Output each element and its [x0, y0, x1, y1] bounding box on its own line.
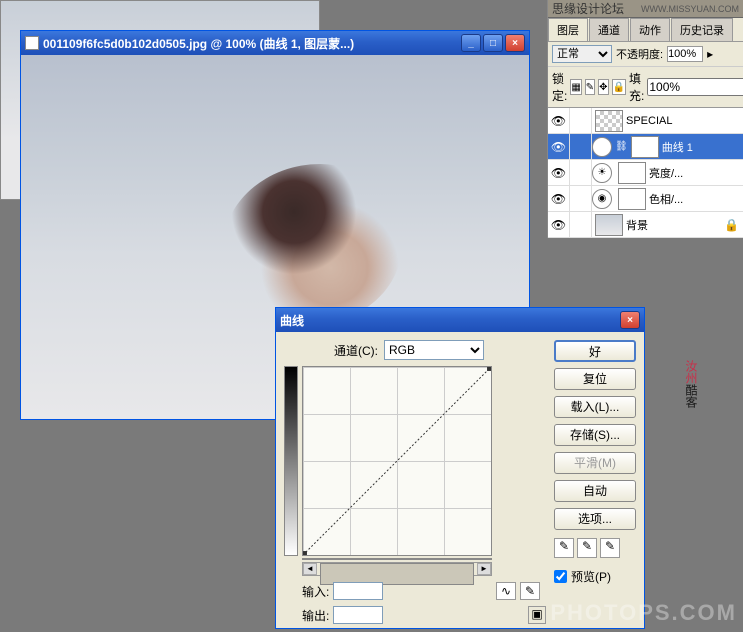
maximize-button[interactable]: □	[483, 34, 503, 52]
opacity-label: 不透明度:	[616, 46, 663, 62]
visibility-icon[interactable]: 👁	[548, 108, 570, 134]
brightness-adj-icon: ☀	[592, 163, 612, 183]
link-cell[interactable]	[570, 186, 592, 212]
watermark: PHOTOPS.COM	[550, 600, 737, 626]
layers-panel: 思缘设计论坛 WWW.MISSYUAN.COM 图层 通道 动作 历史记录 正常…	[547, 0, 743, 238]
fill-input[interactable]	[647, 78, 743, 96]
output-label: 输出:	[302, 607, 329, 624]
stamp-text: 汝州酷客	[667, 360, 713, 408]
lock-move-icon[interactable]: ✥	[598, 79, 608, 95]
document-titlebar[interactable]: 001109f6fc5d0b102d0505.jpg @ 100% (曲线 1,…	[21, 31, 529, 55]
link-cell[interactable]	[570, 212, 592, 238]
layer-name: SPECIAL	[626, 115, 672, 127]
opacity-arrow-icon[interactable]: ▸	[707, 47, 713, 61]
layer-row[interactable]: 👁 ☀ 亮度/...	[548, 160, 743, 186]
smooth-button: 平滑(M)	[554, 452, 636, 474]
layer-name: 亮度/...	[649, 165, 683, 181]
tab-history[interactable]: 历史记录	[671, 18, 733, 41]
curves-close-button[interactable]: ×	[620, 311, 640, 329]
mask-link-icon[interactable]: ⛓	[615, 141, 628, 152]
layers-list: 👁 SPECIAL 👁 ◐ ⛓ 曲线 1 👁 ☀ 亮度/... 👁 ◉ 色相/.…	[548, 108, 743, 238]
curves-title: 曲线	[280, 312, 620, 329]
blend-mode-select[interactable]: 正常	[552, 45, 612, 63]
tab-layers[interactable]: 图层	[548, 18, 588, 41]
output-field[interactable]	[333, 606, 383, 624]
visibility-icon[interactable]: 👁	[548, 186, 570, 212]
expand-icon[interactable]: ▣	[528, 606, 546, 624]
lock-label: 锁定:	[552, 70, 567, 104]
input-label: 输入:	[302, 583, 329, 600]
visibility-icon[interactable]: 👁	[548, 134, 570, 160]
fill-label: 填充:	[629, 70, 644, 104]
document-icon	[25, 36, 39, 50]
panel-tabs: 图层 通道 动作 历史记录	[548, 18, 743, 42]
curves-titlebar[interactable]: 曲线 ×	[276, 308, 644, 332]
vertical-gradient	[284, 366, 298, 556]
minimize-button[interactable]: _	[461, 34, 481, 52]
lock-all-icon[interactable]: 🔒	[612, 79, 626, 95]
mask-thumbnail[interactable]	[618, 188, 646, 210]
opacity-input[interactable]	[667, 46, 703, 62]
options-button[interactable]: 选项...	[554, 508, 636, 530]
curve-tool-icon[interactable]: ∿	[496, 582, 516, 600]
visibility-icon[interactable]: 👁	[548, 160, 570, 186]
panel-header-text: 思缘设计论坛	[552, 0, 624, 17]
preview-label: 预览(P)	[571, 568, 611, 585]
curves-graph[interactable]	[302, 366, 492, 556]
graph-scrollbar[interactable]: ◄ ►	[302, 562, 492, 576]
layer-thumbnail[interactable]	[595, 214, 623, 236]
tab-actions[interactable]: 动作	[630, 18, 670, 41]
curves-dialog: 曲线 × 通道(C): RGB ◄ ►	[275, 307, 645, 629]
layer-name: 曲线 1	[662, 139, 693, 155]
stamp-red: 汝州	[684, 360, 698, 384]
panel-header: 思缘设计论坛 WWW.MISSYUAN.COM	[548, 0, 743, 18]
layer-row[interactable]: 👁 ◐ ⛓ 曲线 1	[548, 134, 743, 160]
layer-thumbnail[interactable]	[595, 110, 623, 132]
stamp-black: 酷客	[684, 384, 698, 408]
layer-row[interactable]: 👁 ◉ 色相/...	[548, 186, 743, 212]
document-title: 001109f6fc5d0b102d0505.jpg @ 100% (曲线 1,…	[43, 35, 461, 52]
white-eyedropper-icon[interactable]: ✎	[600, 538, 620, 558]
input-field[interactable]	[333, 582, 383, 600]
tab-channels[interactable]: 通道	[589, 18, 629, 41]
load-button[interactable]: 载入(L)...	[554, 396, 636, 418]
save-button[interactable]: 存储(S)...	[554, 424, 636, 446]
lock-brush-icon[interactable]: ✎	[585, 79, 595, 95]
layer-name: 色相/...	[649, 191, 683, 207]
gray-eyedropper-icon[interactable]: ✎	[577, 538, 597, 558]
channel-select[interactable]: RGB	[384, 340, 484, 360]
visibility-icon[interactable]: 👁	[548, 212, 570, 238]
curves-adj-icon: ◐	[592, 137, 612, 157]
close-button[interactable]: ×	[505, 34, 525, 52]
lock-icon: 🔒	[724, 218, 739, 232]
pencil-tool-icon[interactable]: ✎	[520, 582, 540, 600]
layer-row[interactable]: 👁 SPECIAL	[548, 108, 743, 134]
black-eyedropper-icon[interactable]: ✎	[554, 538, 574, 558]
reset-button[interactable]: 复位	[554, 368, 636, 390]
link-cell[interactable]	[570, 108, 592, 134]
scroll-left-icon[interactable]: ◄	[303, 563, 317, 575]
layer-row[interactable]: 👁 背景 🔒	[548, 212, 743, 238]
lock-transparent-icon[interactable]: ▦	[570, 79, 581, 95]
mask-thumbnail[interactable]	[618, 162, 646, 184]
channel-label: 通道(C):	[334, 342, 378, 359]
preview-checkbox[interactable]	[554, 570, 567, 583]
link-cell[interactable]	[570, 134, 592, 160]
horizontal-gradient	[302, 558, 492, 560]
mask-thumbnail[interactable]	[631, 136, 659, 158]
layer-name: 背景	[626, 217, 648, 233]
link-cell[interactable]	[570, 160, 592, 186]
auto-button[interactable]: 自动	[554, 480, 636, 502]
ok-button[interactable]: 好	[554, 340, 636, 362]
hue-adj-icon: ◉	[592, 189, 612, 209]
panel-watermark: WWW.MISSYUAN.COM	[641, 4, 739, 14]
scroll-right-icon[interactable]: ►	[477, 563, 491, 575]
